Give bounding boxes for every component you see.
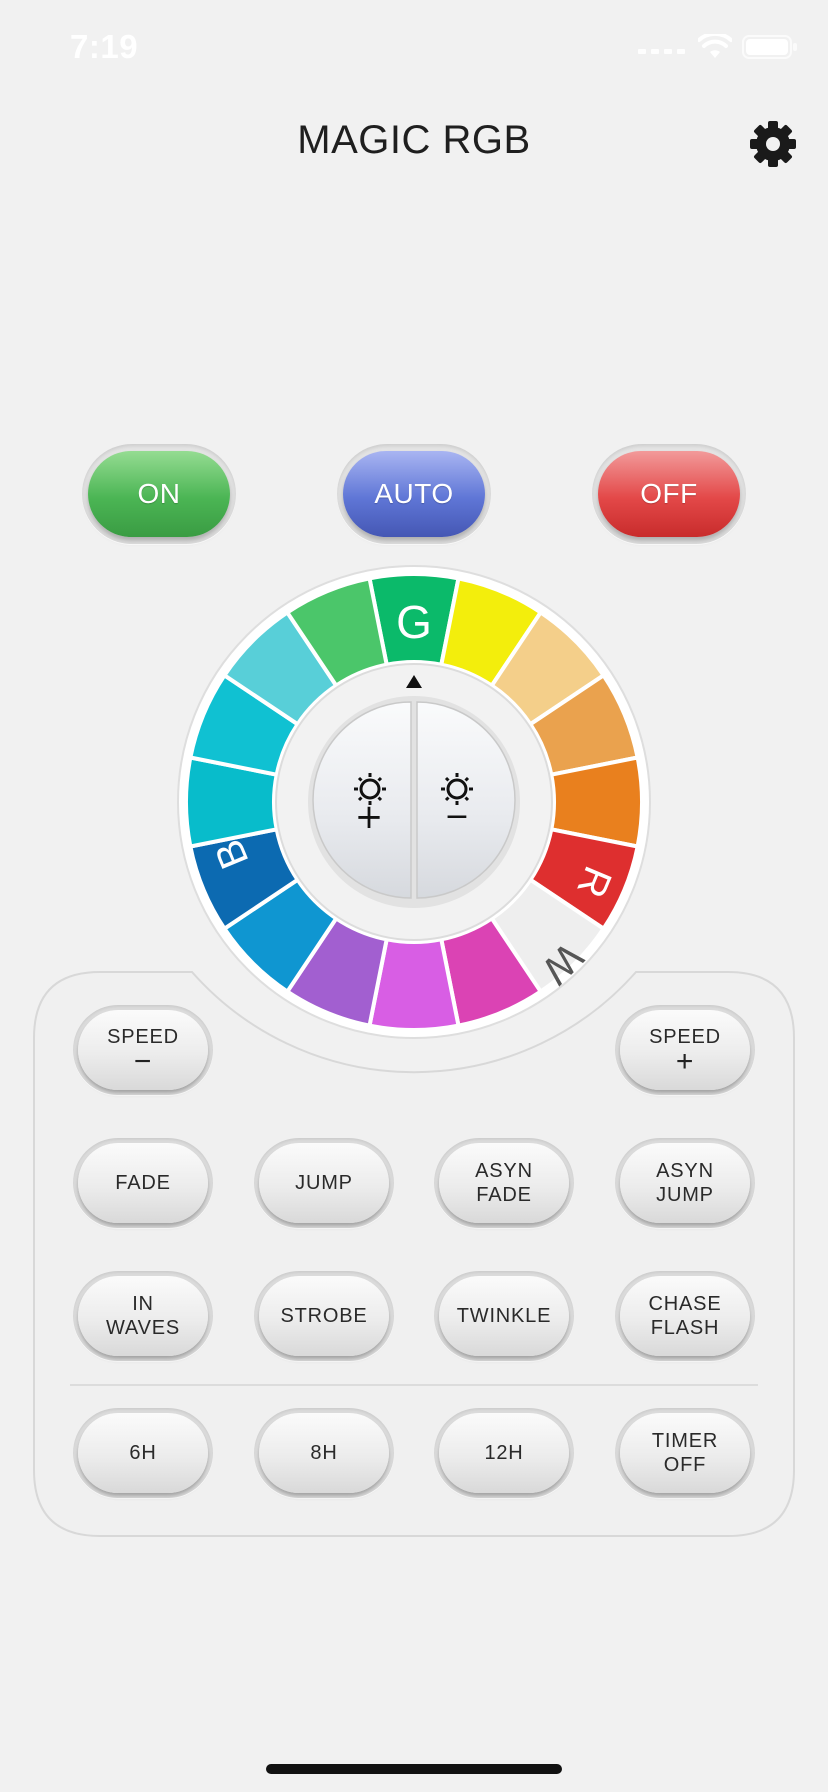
fade-button[interactable]: FADE xyxy=(78,1143,208,1223)
fade-well: FADE xyxy=(73,1138,213,1228)
in-waves-label-line2: WAVES xyxy=(105,1317,180,1339)
chase-flash-well: CHASE FLASH xyxy=(615,1271,755,1361)
in-waves-button[interactable]: IN WAVES xyxy=(78,1276,208,1356)
home-indicator xyxy=(266,1764,562,1774)
jump-label: JUMP xyxy=(295,1172,353,1194)
timer-12h-label: 12H xyxy=(484,1442,524,1464)
brightness-up-symbol: + xyxy=(355,797,384,837)
timer-12h-button[interactable]: 12H xyxy=(439,1413,569,1493)
divider xyxy=(70,1384,758,1386)
asyn-fade-button[interactable]: ASYN FADE xyxy=(439,1143,569,1223)
strobe-well: STROBE xyxy=(254,1271,394,1361)
asyn-jump-label-line2: JUMP xyxy=(656,1184,714,1206)
timer-off-label-line1: TIMER xyxy=(651,1430,719,1452)
timer-12h-well: 12H xyxy=(434,1408,574,1498)
timer-8h-label: 8H xyxy=(310,1442,338,1464)
timer-off-label-line2: OFF xyxy=(663,1454,707,1476)
chase-flash-label-line1: CHASE xyxy=(648,1293,722,1315)
in-waves-label-line1: IN xyxy=(132,1293,154,1315)
speed-up-button[interactable]: SPEED + xyxy=(620,1010,750,1090)
jump-well: JUMP xyxy=(254,1138,394,1228)
timer-off-button[interactable]: TIMER OFF xyxy=(620,1413,750,1493)
timer-6h-well: 6H xyxy=(73,1408,213,1498)
timer-off-well: TIMER OFF xyxy=(615,1408,755,1498)
brightness-down-symbol: − xyxy=(444,799,469,834)
fade-label: FADE xyxy=(115,1172,171,1194)
twinkle-button[interactable]: TWINKLE xyxy=(439,1276,569,1356)
asyn-jump-well: ASYN JUMP xyxy=(615,1138,755,1228)
jump-button[interactable]: JUMP xyxy=(259,1143,389,1223)
color-wheel: + − G R B W xyxy=(177,565,651,1039)
strobe-label: STROBE xyxy=(280,1305,368,1327)
timer-8h-button[interactable]: 8H xyxy=(259,1413,389,1493)
twinkle-well: TWINKLE xyxy=(434,1271,574,1361)
minus-icon: − xyxy=(133,1045,153,1078)
asyn-jump-label-line1: ASYN xyxy=(656,1160,714,1182)
plus-icon: + xyxy=(675,1045,695,1078)
speed-up-well: SPEED + xyxy=(615,1005,755,1095)
asyn-jump-button[interactable]: ASYN JUMP xyxy=(620,1143,750,1223)
app-screen: 7:19 MAGIC RGB ON AUTO OFF + − G R B W S… xyxy=(0,0,828,1792)
speed-down-well: SPEED − xyxy=(73,1005,213,1095)
green-label: G xyxy=(396,596,432,648)
timer-8h-well: 8H xyxy=(254,1408,394,1498)
timer-6h-button[interactable]: 6H xyxy=(78,1413,208,1493)
asyn-fade-label-line2: FADE xyxy=(476,1184,532,1206)
strobe-button[interactable]: STROBE xyxy=(259,1276,389,1356)
chase-flash-button[interactable]: CHASE FLASH xyxy=(620,1276,750,1356)
asyn-fade-well: ASYN FADE xyxy=(434,1138,574,1228)
in-waves-well: IN WAVES xyxy=(73,1271,213,1361)
twinkle-label: TWINKLE xyxy=(456,1305,552,1327)
chase-flash-label-line2: FLASH xyxy=(650,1317,720,1339)
speed-down-button[interactable]: SPEED − xyxy=(78,1010,208,1090)
timer-6h-label: 6H xyxy=(129,1442,157,1464)
asyn-fade-label-line1: ASYN xyxy=(475,1160,533,1182)
